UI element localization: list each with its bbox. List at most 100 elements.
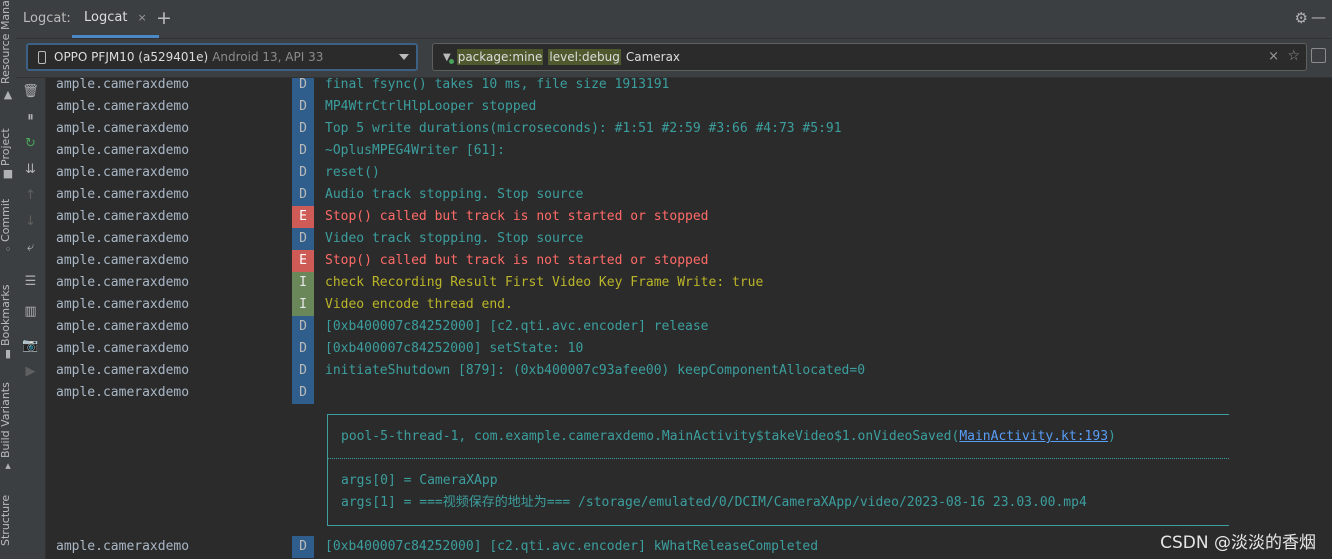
log-message: Top 5 write durations(microseconds): #1:… xyxy=(325,121,842,136)
screenshot-icon[interactable]: 📷 xyxy=(16,338,45,353)
build-variants-tab[interactable]: Build Variants xyxy=(0,380,17,458)
soft-wrap-icon[interactable]: ⤶ xyxy=(16,240,45,255)
log-message: Video encode thread end. xyxy=(325,297,513,312)
log-box-divider xyxy=(327,458,1229,459)
log-package: ample.cameraxdemo xyxy=(56,363,190,378)
log-package: ample.cameraxdemo xyxy=(56,253,190,268)
log-message: [0xb400007c84252000] [c2.qti.avc.encoder… xyxy=(325,539,819,554)
log-package: ample.cameraxdemo xyxy=(56,539,190,554)
log-package: ample.cameraxdemo xyxy=(56,78,190,92)
android-icon: ▴ xyxy=(5,459,11,472)
logcat-actions: 🗑 ⏸ ↻ ⇊ ↑ ↓ ⤶ ☰ ▥ 📷 ▶ xyxy=(16,78,46,559)
log-row: ample.cameraxdemo I Video encode thread en… xyxy=(46,294,1326,316)
log-row: ample.cameraxdemo D [0xb400007c84252000] [… xyxy=(46,316,1326,338)
star-icon[interactable]: ☆ xyxy=(1287,48,1300,64)
device-api: Android 13, API 33 xyxy=(212,50,324,64)
chevron-down-icon xyxy=(399,54,409,60)
log-package: ample.cameraxdemo xyxy=(56,143,190,158)
structure-tab[interactable]: Structure xyxy=(0,490,17,546)
log-row: ample.cameraxdemo Dreset() xyxy=(46,162,1326,184)
log-row: ample.cameraxdemo D [0xb400007c84252000] [… xyxy=(46,536,1326,558)
clear-log-icon[interactable]: 🗑 xyxy=(16,84,45,99)
project-tab[interactable]: Project xyxy=(0,122,17,166)
log-row: ample.cameraxdemo D ~OplusMPEG4Writer [61]… xyxy=(46,140,1326,162)
logcat-toolbar: OPPO PFJM10 (a529401e) Android 13, API 3… xyxy=(16,39,1332,78)
device-name: OPPO PFJM10 (a529401e) xyxy=(54,50,209,64)
log-message: ~OplusMPEG4Writer [61]: xyxy=(325,143,506,158)
log-package: ample.cameraxdemo xyxy=(56,319,190,334)
log-message: MP4WtrCtrlHlpLooper stopped xyxy=(325,99,537,114)
resource-manager-icon: ▲ xyxy=(3,88,13,101)
filter-history-icon[interactable] xyxy=(1311,48,1326,63)
add-tab-icon[interactable]: + xyxy=(156,7,172,29)
source-link[interactable]: MainActivity.kt:193 xyxy=(959,429,1108,444)
thread-text-suffix: ) xyxy=(1108,429,1116,444)
log-message: Audio track stopping. Stop source xyxy=(325,187,584,202)
log-box-arg0: args[0] = CameraXApp xyxy=(341,473,498,488)
log-message: Stop() called but track is not started o… xyxy=(325,209,709,224)
format-settings-icon[interactable]: ☰ xyxy=(16,274,45,289)
log-package: ample.cameraxdemo xyxy=(56,187,190,202)
log-view[interactable]: ample.cameraxdemo Dfinal fsync() takes 10… xyxy=(46,78,1332,559)
log-row: ample.cameraxdemo D [0xb400007c84252000] s… xyxy=(46,338,1326,360)
log-package: ample.cameraxdemo xyxy=(56,341,190,356)
log-box-arg1: args[1] = ===视频保存的地址为=== /storage/emulat… xyxy=(341,495,1087,510)
resource-manager-tab[interactable]: Resource Manager xyxy=(0,0,17,84)
device-dropdown[interactable]: OPPO PFJM10 (a529401e) Android 13, API 3… xyxy=(26,43,418,71)
log-message: initiateShutdown [879]: (0xb400007c93afe… xyxy=(325,363,866,378)
clear-filter-icon[interactable]: × xyxy=(1268,49,1279,64)
logcat-header: Logcat: Logcat × + ⚙ — xyxy=(16,0,1332,39)
log-level-badge: D xyxy=(292,382,314,404)
close-icon[interactable]: × xyxy=(137,11,146,24)
log-message: final fsync() takes 10 ms, file size 191… xyxy=(325,78,670,92)
filter-text: Camerax xyxy=(625,50,681,64)
minimize-icon[interactable]: — xyxy=(1311,8,1326,26)
log-level-badge: D xyxy=(292,96,314,118)
log-row: ample.cameraxdemo E Stop() called but trac… xyxy=(46,250,1326,272)
pause-icon[interactable]: ⏸ xyxy=(16,110,45,125)
screen-record-icon[interactable]: ▶ xyxy=(16,364,45,379)
log-level-badge: D xyxy=(292,162,314,184)
scroll-to-end-icon[interactable]: ⇊ xyxy=(16,162,45,177)
bookmark-icon: ▮ xyxy=(4,347,12,360)
folder-icon: ■ xyxy=(2,167,14,180)
filter-input[interactable]: ▼ package:mine level:debug Camerax × ☆ xyxy=(432,43,1307,71)
log-level-badge: D xyxy=(292,360,314,382)
log-level-badge: D xyxy=(292,228,314,250)
log-message: Stop() called but track is not started o… xyxy=(325,253,709,268)
log-level-badge: E xyxy=(292,250,314,272)
next-occurrence-icon[interactable]: ↓ xyxy=(16,214,45,229)
tab-logcat[interactable]: Logcat × xyxy=(72,0,159,38)
filter-icon[interactable]: ▼ xyxy=(443,52,454,64)
split-panels-icon[interactable]: ▥ xyxy=(16,304,45,319)
log-scrollbar[interactable] xyxy=(1324,78,1332,559)
log-row: ample.cameraxdemo D Top 5 write durations(… xyxy=(46,118,1326,140)
commit-icon: ◦ xyxy=(4,243,12,256)
bookmarks-tab[interactable]: Bookmarks xyxy=(0,282,17,346)
thread-text: pool-5-thread-1, com.example.cameraxdemo… xyxy=(341,429,960,444)
panel-title: Logcat: xyxy=(23,11,71,26)
log-message: [0xb400007c84252000] setState: 10 xyxy=(325,341,584,356)
previous-occurrence-icon[interactable]: ↑ xyxy=(16,188,45,203)
log-box-bottom-border xyxy=(327,525,1229,526)
gear-icon[interactable]: ⚙ xyxy=(1295,9,1308,27)
log-row: ample.cameraxdemo Icheck Recording Result… xyxy=(46,272,1326,294)
log-row: ample.cameraxdemo D xyxy=(46,382,1326,404)
log-level-badge: D xyxy=(292,338,314,360)
log-row: ample.cameraxdemo DinitiateShutdown [879]… xyxy=(46,360,1326,382)
log-row: ample.cameraxdemo Dfinal fsync() takes 10… xyxy=(46,78,1326,96)
log-box-left-border xyxy=(327,414,328,525)
log-box-top-border xyxy=(327,414,1229,415)
log-message: [0xb400007c84252000] [c2.qti.avc.encoder… xyxy=(325,319,709,334)
commit-tab[interactable]: Commit xyxy=(0,198,17,242)
log-package: ample.cameraxdemo xyxy=(56,275,190,290)
log-row: ample.cameraxdemo E Stop() called but trac… xyxy=(46,206,1326,228)
tool-window-strip: Resource Manager ▲ Project ■ Commit ◦ Bo… xyxy=(0,0,17,559)
log-package: ample.cameraxdemo xyxy=(56,99,190,114)
tab-label: Logcat xyxy=(84,10,128,25)
restart-icon[interactable]: ↻ xyxy=(16,136,45,151)
log-row: ample.cameraxdemo D Video track stopping. … xyxy=(46,228,1326,250)
watermark: CSDN @淡淡的香烟 xyxy=(1160,533,1316,553)
phone-icon xyxy=(38,50,46,64)
log-level-badge: D xyxy=(292,316,314,338)
